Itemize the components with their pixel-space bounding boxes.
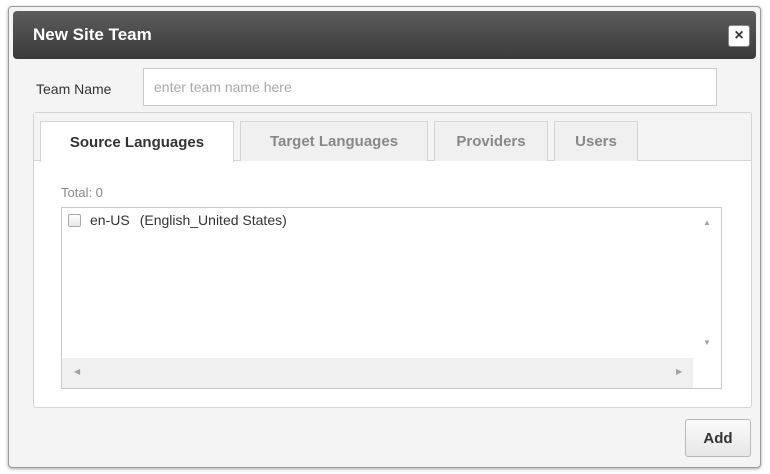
language-code: en-US bbox=[90, 212, 130, 228]
team-name-input[interactable] bbox=[143, 68, 717, 106]
vertical-scrollbar[interactable]: ▲ ▼ bbox=[693, 208, 721, 358]
source-language-list[interactable]: en-US (English_United States) ▲ ▼ ◀ ▶ bbox=[61, 207, 722, 389]
tab-users[interactable]: Users bbox=[554, 121, 638, 161]
horizontal-scrollbar[interactable]: ◀ ▶ bbox=[62, 358, 694, 388]
add-button[interactable]: Add bbox=[685, 419, 751, 457]
tab-providers[interactable]: Providers bbox=[434, 121, 548, 161]
list-item[interactable]: en-US (English_United States) bbox=[68, 212, 287, 228]
scroll-down-arrow-icon[interactable]: ▼ bbox=[703, 338, 711, 347]
language-checkbox[interactable] bbox=[68, 213, 81, 227]
total-count: Total: 0 bbox=[61, 185, 103, 200]
scrollbar-corner bbox=[693, 358, 721, 388]
tabs-panel: Source Languages Target Languages Provid… bbox=[33, 112, 752, 408]
dialog-titlebar: New Site Team × bbox=[13, 11, 756, 59]
dialog-title: New Site Team bbox=[33, 25, 152, 44]
new-site-team-dialog: New Site Team × Team Name Source Languag… bbox=[8, 6, 761, 468]
tab-target-languages[interactable]: Target Languages bbox=[240, 121, 428, 161]
scroll-right-arrow-icon[interactable]: ▶ bbox=[676, 367, 682, 376]
scroll-left-arrow-icon[interactable]: ◀ bbox=[74, 367, 80, 376]
tab-source-languages[interactable]: Source Languages bbox=[40, 121, 234, 162]
close-icon[interactable]: × bbox=[728, 25, 750, 47]
language-name: (English_United States) bbox=[139, 212, 287, 228]
tab-strip: Source Languages Target Languages Provid… bbox=[34, 113, 751, 162]
scroll-up-arrow-icon[interactable]: ▲ bbox=[703, 218, 711, 227]
team-name-label: Team Name bbox=[36, 81, 112, 97]
